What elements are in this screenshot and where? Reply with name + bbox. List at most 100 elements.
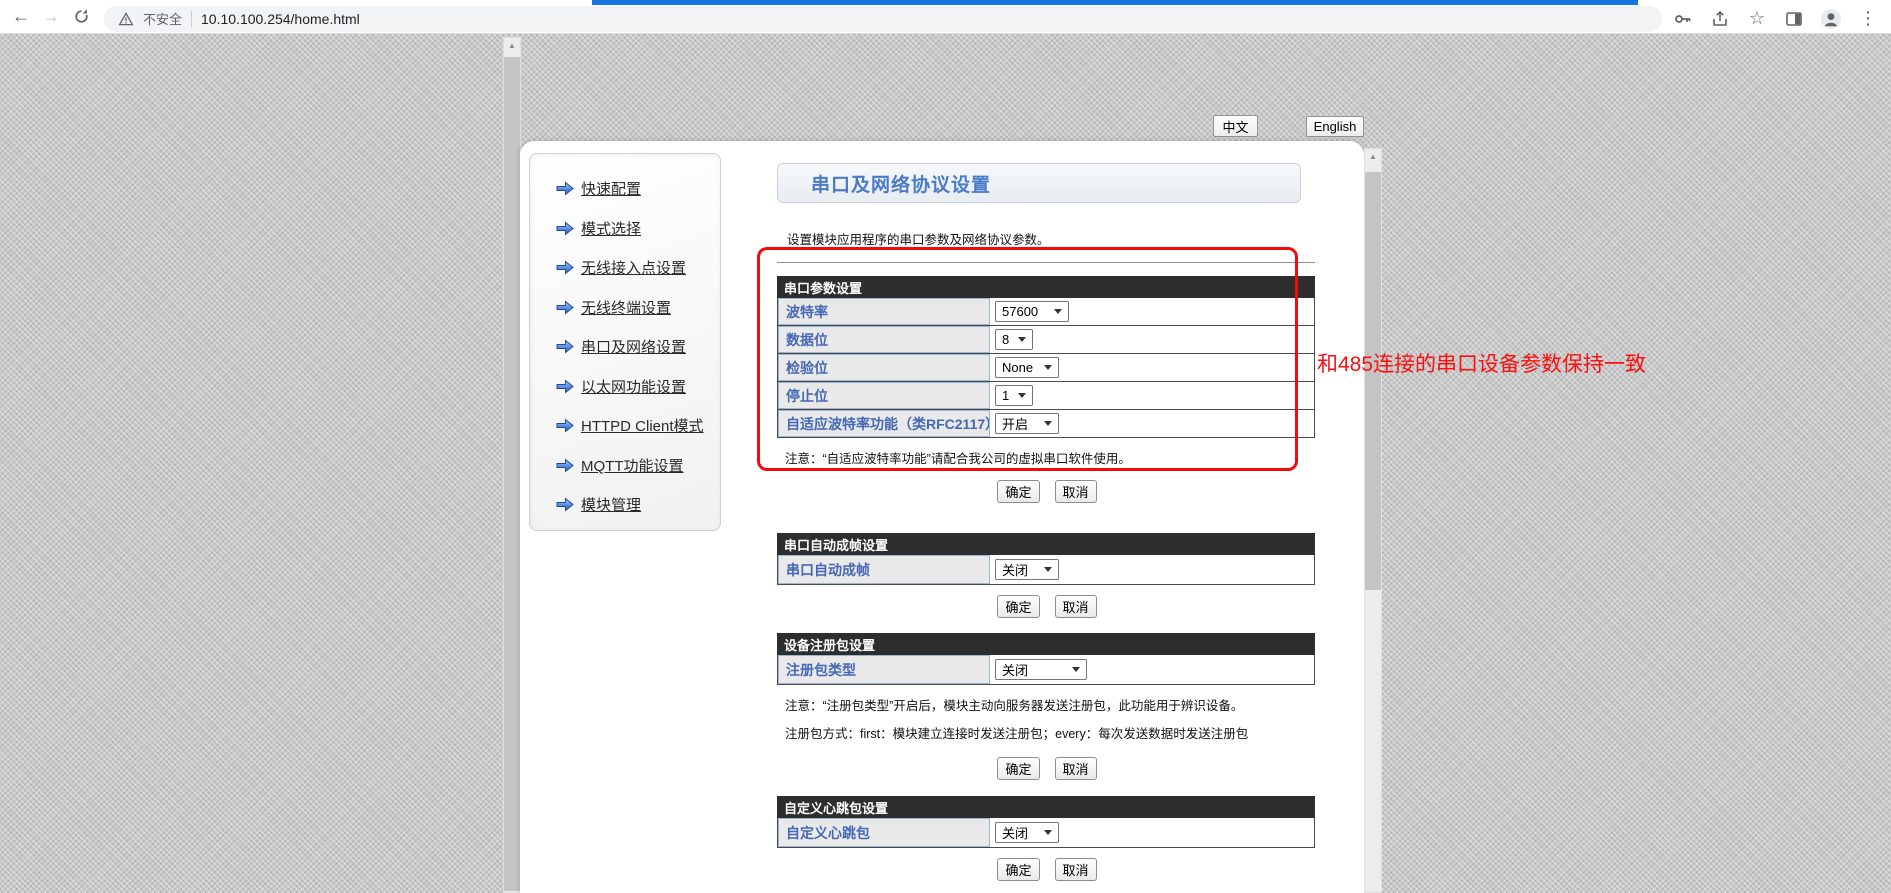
chevron-down-icon <box>1044 830 1052 835</box>
register-packet-type-select[interactable]: 关闭 <box>995 659 1087 680</box>
sidebar-item-label: 无线终端设置 <box>581 297 671 318</box>
adaptive-baud-select[interactable]: 开启 <box>995 413 1059 434</box>
row-label: 停止位 <box>778 382 990 409</box>
warning-icon <box>118 11 134 27</box>
auto-frame-select[interactable]: 关闭 <box>995 559 1059 580</box>
page-description: 设置模块应用程序的串口参数及网络协议参数。 <box>787 229 1317 248</box>
forward-button[interactable]: → <box>36 2 66 32</box>
sidebar-menu: 快速配置 模式选择 无线接入点设置 无线终端设置 串口及网络设置 <box>529 153 721 531</box>
sidebar-item-mode-select[interactable]: 模式选择 <box>556 209 720 249</box>
table-row: 波特率 57600 <box>777 298 1315 326</box>
table-header: 串口参数设置 <box>777 276 1315 298</box>
page-title: 串口及网络协议设置 <box>811 170 991 197</box>
annotation-text: 和485连接的串口设备参数保持一致 <box>1317 348 1646 378</box>
page-background: ▲ 中文 English 快速配置 模式选择 无线接入点设置 <box>0 34 1891 893</box>
reload-button[interactable] <box>66 2 96 32</box>
address-separator <box>191 11 192 27</box>
table-header: 串口自动成帧设置 <box>777 533 1315 555</box>
sidebar-item-ethernet[interactable]: 以太网功能设置 <box>556 367 720 407</box>
url-text: 10.10.100.254/home.html <box>201 11 360 27</box>
stop-bits-select[interactable]: 1 <box>995 385 1033 406</box>
ok-button[interactable]: 确定 <box>997 480 1039 503</box>
row-label: 串口自动成帧 <box>778 555 990 584</box>
cancel-button[interactable]: 取消 <box>1055 480 1097 503</box>
heartbeat-select[interactable]: 关闭 <box>995 822 1059 843</box>
sidebar-item-label: 快速配置 <box>581 178 641 199</box>
sidebar-item-label: 模块管理 <box>581 494 641 515</box>
chevron-down-icon <box>1044 567 1052 572</box>
data-bits-select[interactable]: 8 <box>995 329 1033 350</box>
browser-menu-icon[interactable]: ⋮ <box>1857 8 1879 30</box>
arrow-icon <box>556 497 574 512</box>
parity-select[interactable]: None <box>995 357 1059 378</box>
sidebar-item-label: MQTT功能设置 <box>581 455 684 476</box>
cancel-button[interactable]: 取消 <box>1055 858 1097 881</box>
button-row: 确定 取消 <box>777 858 1317 881</box>
table-row: 检验位 None <box>777 354 1315 382</box>
table-header: 设备注册包设置 <box>777 633 1315 655</box>
outer-scrollbar[interactable]: ▲ <box>503 37 521 893</box>
ok-button[interactable]: 确定 <box>997 858 1039 881</box>
scroll-up-arrow[interactable]: ▲ <box>1364 148 1382 164</box>
register-packet-note2: 注册包方式：first：模块建立连接时发送注册包；every：每次发送数据时发送… <box>785 723 1317 742</box>
bookmark-star-icon[interactable]: ☆ <box>1746 8 1768 30</box>
sidebar-item-label: 模式选择 <box>581 218 641 239</box>
side-panel-icon[interactable] <box>1783 8 1805 30</box>
sidebar-item-quick-config[interactable]: 快速配置 <box>556 169 720 209</box>
page-title-box: 串口及网络协议设置 <box>777 163 1301 203</box>
row-label: 波特率 <box>778 298 990 325</box>
back-button[interactable]: ← <box>6 2 36 32</box>
table-header: 自定义心跳包设置 <box>777 796 1315 818</box>
sidebar-item-label: 以太网功能设置 <box>581 376 686 397</box>
table-row: 停止位 1 <box>777 382 1315 410</box>
share-icon[interactable] <box>1709 8 1731 30</box>
row-label: 注册包类型 <box>778 655 990 684</box>
serial-params-note: 注意：“自适应波特率功能”请配合我公司的虚拟串口软件使用。 <box>785 448 1317 467</box>
inner-scrollbar[interactable]: ▲ <box>1364 148 1382 893</box>
profile-avatar[interactable] <box>1820 8 1842 30</box>
ok-button[interactable]: 确定 <box>997 595 1039 618</box>
sidebar-item-httpd-client[interactable]: HTTPD Client模式 <box>556 406 720 446</box>
arrow-icon <box>556 221 574 236</box>
chevron-down-icon <box>1018 393 1026 398</box>
sidebar-item-wireless-sta[interactable]: 无线终端设置 <box>556 288 720 328</box>
baud-rate-select[interactable]: 57600 <box>995 301 1069 322</box>
sidebar-item-wireless-ap[interactable]: 无线接入点设置 <box>556 248 720 288</box>
arrow-icon <box>556 300 574 315</box>
button-row: 确定 取消 <box>777 480 1317 503</box>
arrow-icon <box>556 379 574 394</box>
scrollbar-thumb[interactable] <box>1365 172 1381 590</box>
arrow-icon <box>556 458 574 473</box>
button-row: 确定 取消 <box>777 595 1317 618</box>
password-key-icon[interactable] <box>1672 8 1694 30</box>
row-label: 自定义心跳包 <box>778 818 990 847</box>
cancel-button[interactable]: 取消 <box>1055 757 1097 780</box>
sidebar-item-serial-network[interactable]: 串口及网络设置 <box>556 327 720 367</box>
reload-icon <box>73 8 90 25</box>
content-panel: 快速配置 模式选择 无线接入点设置 无线终端设置 串口及网络设置 <box>520 141 1364 893</box>
auto-frame-table: 串口自动成帧设置 串口自动成帧 关闭 <box>777 533 1315 585</box>
arrow-icon <box>556 260 574 275</box>
scrollbar-thumb[interactable] <box>504 57 520 891</box>
scroll-up-arrow[interactable]: ▲ <box>503 37 521 53</box>
cancel-button[interactable]: 取消 <box>1055 595 1097 618</box>
ok-button[interactable]: 确定 <box>997 757 1039 780</box>
language-english-button[interactable]: English <box>1306 116 1364 137</box>
chevron-down-icon <box>1018 337 1026 342</box>
language-chinese-button[interactable]: 中文 <box>1213 115 1258 137</box>
divider <box>777 262 1315 263</box>
table-row: 串口自动成帧 关闭 <box>777 555 1315 585</box>
row-label: 检验位 <box>778 354 990 381</box>
toolbar-right-icons: ☆ ⋮ <box>1672 4 1885 30</box>
address-bar[interactable]: 不安全 10.10.100.254/home.html <box>104 6 1662 32</box>
row-label: 数据位 <box>778 326 990 353</box>
sidebar-item-mqtt[interactable]: MQTT功能设置 <box>556 446 720 486</box>
arrow-icon <box>556 181 574 196</box>
sidebar-item-module-management[interactable]: 模块管理 <box>556 485 720 525</box>
main-content: 串口及网络协议设置 设置模块应用程序的串口参数及网络协议参数。 串口参数设置 波… <box>777 141 1317 893</box>
chevron-down-icon <box>1072 667 1080 672</box>
table-row: 自定义心跳包 关闭 <box>777 818 1315 848</box>
browser-toolbar: ← → 不安全 10.10.100.254/home.html <box>0 0 1891 34</box>
table-row: 注册包类型 关闭 <box>777 655 1315 685</box>
arrow-icon <box>556 418 574 433</box>
